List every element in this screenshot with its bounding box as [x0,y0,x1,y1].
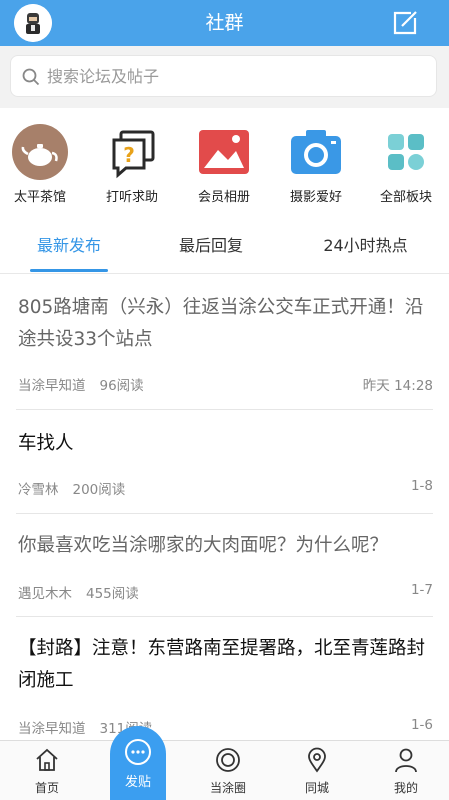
post-reads: 455阅读 [86,586,139,602]
nav-label: 首页 [34,781,59,795]
post-meta: 当涂早知道 96阅读 [18,374,144,394]
new-post-button[interactable]: 发贴 [110,726,166,800]
svg-text:?: ? [123,143,135,167]
nav-label: 当涂圈 [209,781,246,795]
category-album[interactable]: 会员相册 [184,116,264,212]
search-input[interactable] [47,56,427,96]
post-title: 805路塘南（兴永）往返当涂公交车正式开通！沿途共设33个站点 [18,297,424,350]
post-time: 1-6 [410,717,433,733]
nav-label: 我的 [393,781,418,795]
post-reads: 96阅读 [99,378,144,394]
list-item[interactable]: 你最喜欢吃当涂哪家的大肉面呢？为什么呢？ 遇见木木 455阅读 1-7 [0,514,449,616]
category-label: 太平茶馆 [13,190,66,205]
category-label: 会员相册 [197,190,250,205]
location-pin-icon [308,747,326,773]
nav-label: 同城 [304,781,329,795]
category-label: 摄影爱好 [289,190,342,205]
post-time: 1-8 [410,478,433,494]
camera-icon [291,130,341,174]
category-help[interactable]: ? 打听求助 [92,116,172,212]
post-time: 1-7 [410,582,433,598]
nav-dangtu-circle[interactable]: 当涂圈 [193,741,263,800]
post-title: 你最喜欢吃当涂哪家的大肉面呢？为什么呢？ [18,535,389,556]
search-bar[interactable] [10,55,437,97]
tab-24h-hot[interactable]: 24小时热点 [308,220,423,274]
circle-target-icon [216,748,240,772]
grid-icon [388,134,424,170]
nav-mine[interactable]: 我的 [371,741,441,800]
list-item[interactable]: 805路塘南（兴永）往返当涂公交车正式开通！沿途共设33个站点 当涂早知道 96阅… [0,274,449,410]
post-time: 昨天 14:28 [362,378,433,394]
post-meta: 冷雪林 200阅读 [18,478,125,498]
nav-home[interactable]: 首页 [12,741,82,800]
home-icon [36,748,58,771]
list-item[interactable]: 车找人 冷雪林 200阅读 1-8 [0,410,449,513]
chat-bubble-icon [125,739,151,765]
photo-album-icon [199,130,249,174]
category-all[interactable]: 全部板块 [366,116,446,212]
post-author: 遇见木木 [18,586,72,602]
category-label: 全部板块 [379,190,432,205]
new-post-label: 发贴 [124,775,151,790]
post-author: 当涂早知道 [18,721,86,737]
active-tab-indicator [30,269,108,272]
teapot-icon [12,124,68,180]
tab-last-reply[interactable]: 最后回复 [166,220,256,274]
tab-latest[interactable]: 最新发布 [24,220,114,274]
edit-icon[interactable] [391,9,419,37]
question-chat-icon: ? [112,130,155,179]
post-title: 车找人 [18,433,74,454]
user-icon [395,748,417,773]
nav-same-city[interactable]: 同城 [282,741,352,800]
page-title: 社群 [205,12,244,34]
category-row: 太平茶馆 ? 打听求助 会员相册 摄影爱好 全部板块 [0,116,449,212]
tab-bar: 最新发布 最后回复 24小时热点 [0,220,449,274]
category-photography[interactable]: 摄影爱好 [276,116,356,212]
list-item[interactable]: 【封路】注意！东营路南至提署路，北至青莲路封闭施工 当涂早知道311阅读 1-6 [0,617,449,740]
post-author: 冷雪林 [18,482,59,498]
bottom-nav: 首页 当涂圈 同城 我的 [0,740,449,800]
search-icon [22,68,40,86]
post-meta: 遇见木木 455阅读 [18,582,139,602]
category-label: 打听求助 [105,190,158,205]
post-author: 当涂早知道 [18,378,86,394]
search-area [0,46,449,108]
category-teahouse[interactable]: 太平茶馆 [0,116,80,212]
top-bar: 社群 [0,0,449,46]
post-title: 【封路】注意！东营路南至提署路，北至青莲路封闭施工 [18,638,426,691]
post-reads: 200阅读 [72,482,126,498]
